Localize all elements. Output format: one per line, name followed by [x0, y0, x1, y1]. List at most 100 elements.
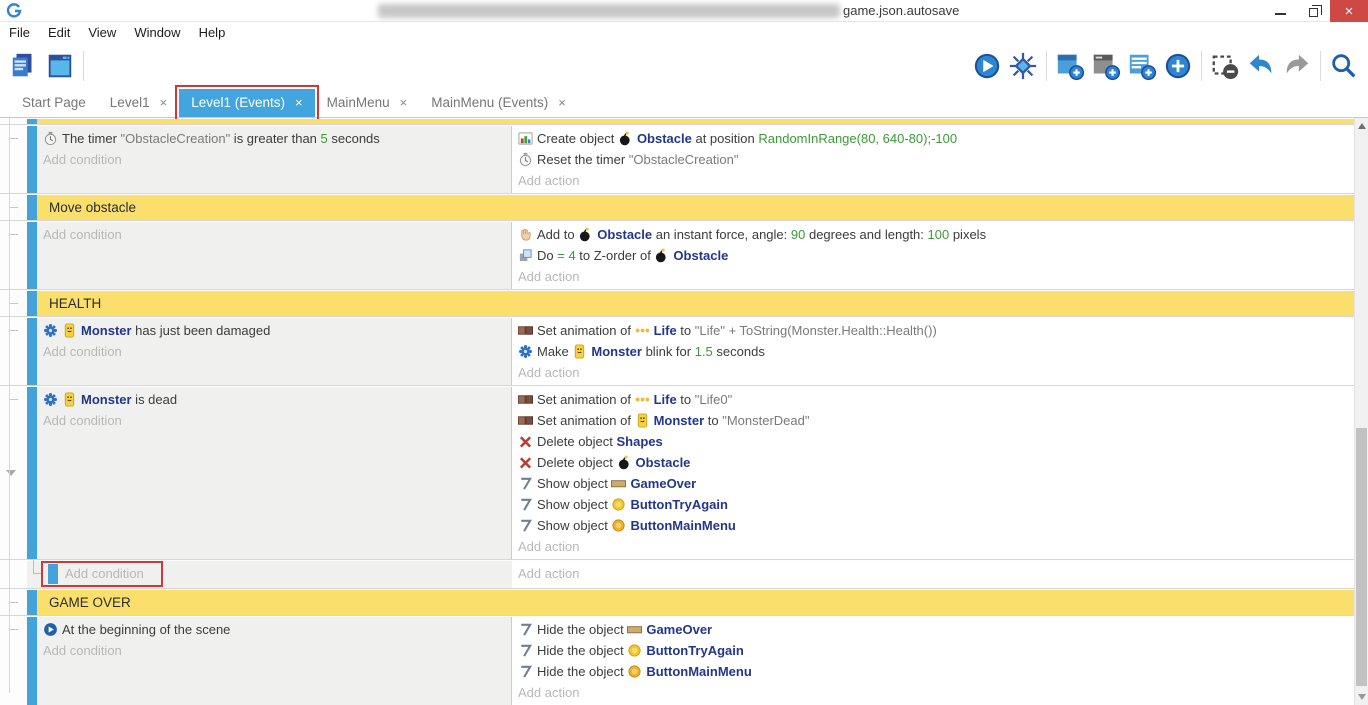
scene-window-button[interactable] — [42, 48, 78, 84]
add-condition-button[interactable]: Add condition — [43, 410, 511, 431]
group-label: GAME OVER — [37, 590, 1354, 615]
action-row[interactable]: Set animation of Life to "Life" + ToStri… — [518, 320, 1354, 341]
event-group-row[interactable] — [0, 119, 1354, 125]
action-row[interactable]: Create object Obstacle at position Rando… — [518, 128, 1354, 149]
add-action-button[interactable]: Add action — [518, 170, 1354, 191]
action-row[interactable]: Hide the object ButtonMainMenu — [518, 661, 1354, 682]
redo-button[interactable] — [1279, 48, 1315, 84]
redacted-title-path — [378, 4, 840, 18]
scroll-down-icon[interactable] — [1358, 694, 1366, 700]
vertical-scrollbar[interactable] — [1354, 118, 1368, 705]
add-action-button[interactable]: Add action — [518, 536, 1354, 557]
conditions-cell: Monster has just been damagedAdd conditi… — [37, 318, 512, 385]
search-button[interactable] — [1326, 48, 1362, 84]
text-segment: 100 — [928, 227, 950, 242]
add-action-button[interactable]: Add action — [518, 682, 1354, 703]
event-row[interactable]: Monster is deadAdd condition Set animatio… — [0, 387, 1354, 560]
action-row[interactable]: Add to Obstacle an instant force, angle:… — [518, 224, 1354, 245]
action-row[interactable]: Do = 4 to Z-order of Obstacle — [518, 245, 1354, 266]
event-gutter — [0, 387, 27, 559]
undo-button[interactable] — [1243, 48, 1279, 84]
project-manager-button[interactable] — [6, 48, 42, 84]
action-row[interactable]: Set animation of Life to "Life0" — [518, 389, 1354, 410]
scrollbar-thumb[interactable] — [1356, 428, 1367, 686]
add-condition-button[interactable]: Add condition — [43, 149, 511, 170]
tab-close-icon[interactable]: × — [295, 95, 303, 110]
text-segment: to — [704, 413, 722, 428]
event-row[interactable]: At the beginning of the sceneAdd conditi… — [0, 617, 1354, 705]
play-button[interactable] — [969, 48, 1005, 84]
text-segment: Hide the object — [537, 664, 627, 679]
restore-button[interactable] — [1297, 0, 1330, 22]
bomb-icon — [654, 245, 673, 266]
close-button[interactable]: × — [1330, 0, 1368, 22]
tab-level1-events-[interactable]: Level1 (Events)× — [179, 89, 314, 117]
action-row[interactable]: Hide the object GameOver — [518, 619, 1354, 640]
add-condition-button[interactable]: Add condition — [43, 640, 511, 661]
tab-close-icon[interactable]: × — [160, 95, 168, 110]
subevent-row[interactable]: Add condition Add action — [0, 561, 1354, 589]
event-row[interactable]: Add condition Add to Obstacle an instant … — [0, 222, 1354, 290]
add-comment-button[interactable] — [1124, 48, 1160, 84]
menu-edit[interactable]: Edit — [39, 25, 79, 40]
event-group-row[interactable]: Move obstacle — [0, 195, 1354, 221]
conditions-cell: The timer "ObstacleCreation" is greater … — [37, 126, 512, 193]
tab-close-icon[interactable]: × — [558, 95, 566, 110]
action-row[interactable]: Make Monster blink for 1.5 seconds — [518, 341, 1354, 362]
event-group-row[interactable]: GAME OVER — [0, 590, 1354, 616]
button-orange-icon — [611, 515, 630, 536]
menu-help[interactable]: Help — [190, 25, 235, 40]
action-row[interactable]: Set animation of Monster to "MonsterDead… — [518, 410, 1354, 431]
add-condition-button[interactable]: Add condition — [43, 224, 511, 245]
event-gutter — [0, 291, 27, 316]
action-row[interactable]: Delete object Shapes — [518, 431, 1354, 452]
add-subevent-button[interactable] — [1088, 48, 1124, 84]
tab-start-page[interactable]: Start Page — [10, 89, 98, 117]
minimize-button[interactable] — [1264, 0, 1297, 22]
tab-mainmenu-events-[interactable]: MainMenu (Events)× — [419, 89, 578, 117]
add-action-button[interactable]: Add action — [518, 266, 1354, 287]
add-event-button[interactable] — [1052, 48, 1088, 84]
action-row[interactable]: Show object ButtonMainMenu — [518, 515, 1354, 536]
event-row[interactable]: The timer "ObstacleCreation" is greater … — [0, 126, 1354, 194]
text-segment: Show object — [537, 476, 611, 491]
condition-row[interactable]: Monster is dead — [43, 389, 511, 410]
add-action-button[interactable]: Add action — [518, 362, 1354, 383]
tab-level1[interactable]: Level1× — [98, 89, 179, 117]
actions-cell: Hide the object GameOverHide the object … — [512, 617, 1354, 705]
menu-file[interactable]: File — [0, 25, 39, 40]
button-yellow-icon — [611, 494, 630, 515]
group-label: HEALTH — [37, 291, 1354, 316]
menu-view[interactable]: View — [79, 25, 125, 40]
add-button[interactable] — [1160, 48, 1196, 84]
collapse-arrow-icon[interactable] — [6, 470, 16, 476]
menu-window[interactable]: Window — [125, 25, 189, 40]
tab-close-icon[interactable]: × — [400, 95, 408, 110]
action-row[interactable]: Reset the timer "ObstacleCreation" — [518, 149, 1354, 170]
add-condition-button[interactable]: Add condition — [43, 341, 511, 362]
tab-mainmenu[interactable]: MainMenu× — [315, 89, 420, 117]
condition-row[interactable]: The timer "ObstacleCreation" is greater … — [43, 128, 511, 149]
condition-row[interactable]: Monster has just been damaged — [43, 320, 511, 341]
action-row[interactable]: Show object ButtonTryAgain — [518, 494, 1354, 515]
scroll-up-icon[interactable] — [1358, 123, 1366, 129]
animation-icon — [518, 389, 537, 410]
delete-event-button[interactable] — [1207, 48, 1243, 84]
condition-row[interactable]: At the beginning of the scene — [43, 619, 511, 640]
debug-button[interactable] — [1005, 48, 1041, 84]
action-row[interactable]: Show object GameOver — [518, 473, 1354, 494]
add-action-button[interactable]: Add action — [518, 563, 1354, 584]
visibility-icon — [518, 661, 537, 682]
event-row[interactable]: Monster has just been damagedAdd conditi… — [0, 318, 1354, 386]
action-row[interactable]: Delete object Obstacle — [518, 452, 1354, 473]
tab-bar: Start PageLevel1×Level1 (Events)×MainMen… — [0, 88, 1368, 118]
event-group-row[interactable]: HEALTH — [0, 291, 1354, 317]
text-segment: Set animation of — [537, 323, 635, 338]
group-label — [37, 119, 1354, 124]
animation-icon — [518, 320, 537, 341]
text-segment: The timer — [62, 131, 121, 146]
action-row[interactable]: Hide the object ButtonTryAgain — [518, 640, 1354, 661]
text-segment: Set animation of — [537, 413, 635, 428]
subevent-conditions-cell: Add condition — [27, 561, 512, 588]
conditions-cell: At the beginning of the sceneAdd conditi… — [37, 617, 512, 705]
